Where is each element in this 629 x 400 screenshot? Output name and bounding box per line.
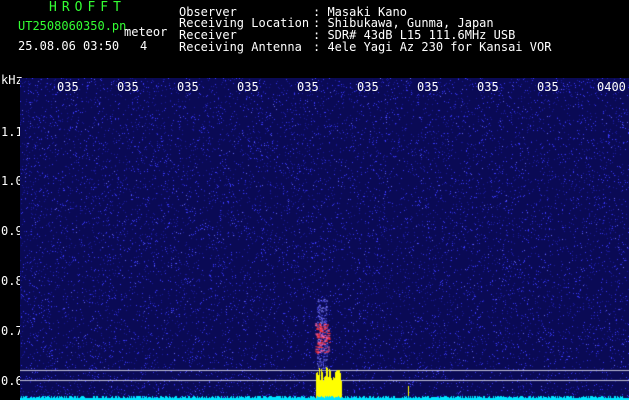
x-tick-label: 035 (297, 80, 319, 94)
mode-label: meteor (124, 25, 168, 39)
meteor-count: 4 (140, 39, 148, 53)
x-tick-label: 035 (417, 80, 439, 94)
antenna-label: Receiving Antenna (179, 40, 302, 54)
antenna-value: : 4ele Yagi Az 230 for Kansai VOR (313, 40, 552, 54)
spectrogram-canvas (20, 78, 629, 400)
x-tick-label: 035 (177, 80, 199, 94)
app-title: HROFFT (49, 0, 126, 15)
x-tick-label: 035 (117, 80, 139, 94)
x-tick-label: 035 (357, 80, 379, 94)
x-tick-label: 035 (477, 80, 499, 94)
spectrogram-window: HROFFT UT2508060350.pn meteor 25.08.06 0… (0, 0, 629, 400)
x-tick-label: 035 (57, 80, 79, 94)
date-time: 25.08.06 03:50 (18, 39, 120, 53)
x-tick-label: 035 (537, 80, 559, 94)
x-tick-label: 0400 (597, 80, 626, 94)
file-name: UT2508060350.pn (18, 19, 127, 33)
x-tick-label: 035 (237, 80, 259, 94)
